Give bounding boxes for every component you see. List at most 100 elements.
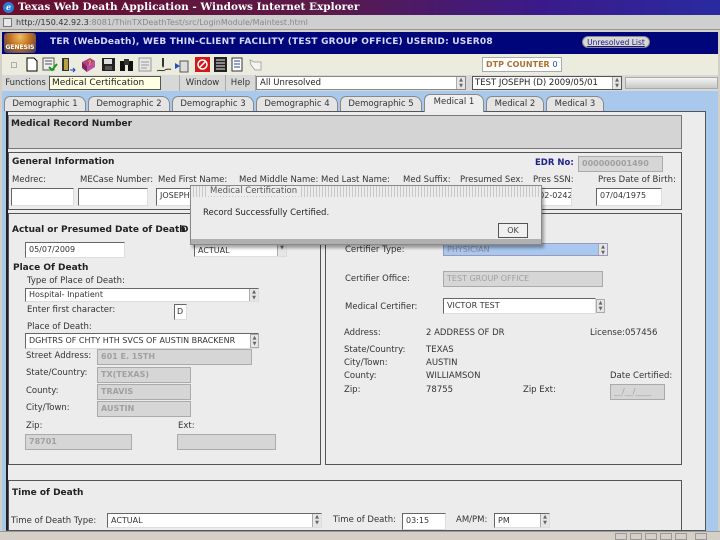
- edr-number-field: 000000001490: [578, 156, 663, 172]
- presumed-sex-label: Presumed Sex:: [460, 175, 524, 185]
- first-character-field[interactable]: D: [174, 304, 187, 320]
- unresolved-list-button[interactable]: Unresolved List: [582, 36, 650, 48]
- tab-demographic-4[interactable]: Demographic 4: [256, 96, 338, 111]
- certifier-city-value: AUSTIN: [426, 358, 458, 368]
- medrec-field[interactable]: [11, 188, 74, 206]
- am-pm-value: PM: [498, 516, 510, 525]
- medical-record-title: Medical Record Number: [11, 119, 133, 129]
- certify-checklist-icon[interactable]: [42, 56, 58, 73]
- pod-county-field: TRAVIS: [97, 384, 191, 400]
- pres-dob-label: Pres Date of Birth:: [598, 175, 676, 185]
- pres-dob-field[interactable]: 07/04/1975: [596, 188, 662, 206]
- pod-county-label: County:: [26, 386, 59, 396]
- page-icon: [3, 18, 12, 27]
- internet-explorer-icon: e: [3, 2, 14, 13]
- status-cell: [630, 533, 642, 540]
- dialog-footer: [191, 239, 541, 244]
- record-bar-filler: [625, 77, 718, 89]
- pod-city-field: AUSTIN: [97, 401, 191, 417]
- menu-window[interactable]: Window: [180, 75, 226, 91]
- tab-demographic-3[interactable]: Demographic 3: [172, 96, 254, 111]
- license-label: License:: [590, 328, 625, 338]
- edr-label: EDR No:: [535, 158, 574, 168]
- unresolved-filter-select[interactable]: All Unresolved ▲ ▼: [256, 76, 466, 90]
- certifier-county-label: County:: [344, 371, 377, 381]
- certifier-type-value: PHYSICIAN: [447, 245, 490, 254]
- exit-door-icon[interactable]: [60, 56, 76, 73]
- date-certified-field: __/__/____: [610, 384, 665, 400]
- record-select[interactable]: TEST JOSEPH (D) 2009/05/01 ▲ ▼: [472, 76, 622, 90]
- filter-spinner-icon[interactable]: ▲ ▼: [456, 77, 465, 89]
- dtp-counter-label: DTP COUNTER: [486, 60, 550, 69]
- am-pm-spinner-icon[interactable]: ▲ ▼: [540, 514, 549, 527]
- app-title: TER (WebDeath), WEB THIN-CLIENT FACILITY…: [50, 37, 493, 47]
- menu-help[interactable]: Help: [226, 75, 256, 91]
- window-title-bar: e Texas Web Death Application - Windows …: [0, 0, 720, 15]
- hand-pointer-icon[interactable]: [248, 56, 264, 73]
- pres-ssn-label: Pres SSN:: [533, 175, 574, 185]
- tab-demographic-1[interactable]: Demographic 1: [4, 96, 86, 111]
- tab-medical-2[interactable]: Medical 2: [486, 96, 544, 111]
- pod-city-label: City/Town:: [26, 403, 70, 413]
- dtp-counter: DTP COUNTER 0: [482, 57, 562, 72]
- place-of-death-select[interactable]: DGHTRS OF CHTY HTH SVCS OF AUSTIN BRACKE…: [25, 333, 259, 349]
- tab-medical-3[interactable]: Medical 3: [546, 96, 604, 111]
- pod-ext-label: Ext:: [178, 421, 195, 431]
- tab-demographic-2[interactable]: Demographic 2: [88, 96, 170, 111]
- pen-sign-icon[interactable]: [156, 56, 172, 73]
- notes-icon[interactable]: [137, 56, 153, 73]
- time-of-death-field[interactable]: 03:15: [402, 513, 446, 530]
- save-floppy-icon[interactable]: [100, 56, 116, 73]
- tab-demographic-5[interactable]: Demographic 5: [340, 96, 422, 111]
- tab-medical-1[interactable]: Medical 1: [424, 94, 484, 112]
- general-info-title: General Information: [12, 157, 115, 167]
- certifier-zip-label: Zip:: [344, 385, 361, 395]
- status-cell: [660, 533, 672, 540]
- new-document-icon[interactable]: [24, 56, 40, 73]
- am-pm-label: AM/PM:: [456, 515, 488, 525]
- type-of-place-select[interactable]: Hospital- Inpatient ▲ ▼: [25, 288, 259, 302]
- dialog-title-bar[interactable]: Medical Certification: [191, 186, 541, 197]
- status-cell: [675, 533, 687, 540]
- street-address-field: 601 E. 15TH: [97, 349, 252, 365]
- certifier-zip-value: 78755: [426, 385, 454, 395]
- pod-state-field: TX(TEXAS): [97, 367, 191, 383]
- report-icon[interactable]: [212, 56, 228, 73]
- type-of-place-spinner-icon[interactable]: ▲ ▼: [249, 289, 258, 301]
- mecase-label: MECase Number:: [80, 175, 154, 185]
- place-of-death-spinner-icon[interactable]: ▲ ▼: [250, 334, 259, 348]
- find-binoculars-icon[interactable]: [119, 56, 135, 73]
- date-of-death-field[interactable]: 05/07/2009: [25, 242, 125, 258]
- menu-functions[interactable]: Functions: [2, 75, 50, 91]
- record-spinner-icon[interactable]: ▲ ▼: [612, 77, 621, 89]
- restore-icon[interactable]: ▫: [6, 56, 22, 73]
- status-cell: [695, 533, 707, 540]
- help-book-icon[interactable]: ?: [80, 56, 96, 73]
- certifier-county-value: WILLIAMSON: [426, 371, 481, 381]
- certifier-zipext-label: Zip Ext:: [523, 385, 556, 395]
- date-of-death-type-select[interactable]: ACTUAL ▼: [194, 244, 287, 257]
- address-bar[interactable]: http://150.42.92.3:8081/ThinTXDeathTest/…: [0, 15, 720, 30]
- filter-value: All Unresolved: [260, 78, 322, 88]
- med-last-name-label: Med Last Name:: [321, 175, 391, 185]
- medical-certification-dialog: Medical Certification Record Successfull…: [190, 185, 542, 245]
- certifier-type-spinner-icon[interactable]: ▲ ▼: [598, 244, 607, 255]
- time-of-death-type-label: Time of Death Type:: [11, 516, 97, 526]
- time-type-value: ACTUAL: [111, 516, 143, 525]
- am-pm-select[interactable]: PM ▲ ▼: [494, 513, 550, 528]
- time-of-death-type-select[interactable]: ACTUAL ▲ ▼: [107, 513, 322, 528]
- list-icon[interactable]: [230, 56, 246, 73]
- void-icon[interactable]: [194, 56, 210, 73]
- dtp-counter-value: 0: [552, 60, 558, 69]
- medical-certifier-spinner-icon[interactable]: ▲ ▼: [596, 299, 605, 313]
- transfer-icon[interactable]: [174, 56, 190, 73]
- certifier-address-label: Address:: [344, 328, 381, 338]
- mecase-number-field[interactable]: [78, 188, 148, 206]
- time-type-spinner-icon[interactable]: ▲ ▼: [312, 514, 321, 527]
- pod-state-label: State/Country:: [26, 368, 88, 378]
- medical-certifier-select[interactable]: VICTOR TEST: [443, 298, 596, 314]
- date-type-dropdown-icon[interactable]: ▼: [277, 245, 286, 256]
- certifier-type-label: Certifier Type:: [345, 245, 405, 255]
- dialog-ok-button[interactable]: OK: [498, 223, 528, 238]
- date-certified-label: Date Certified:: [610, 371, 673, 381]
